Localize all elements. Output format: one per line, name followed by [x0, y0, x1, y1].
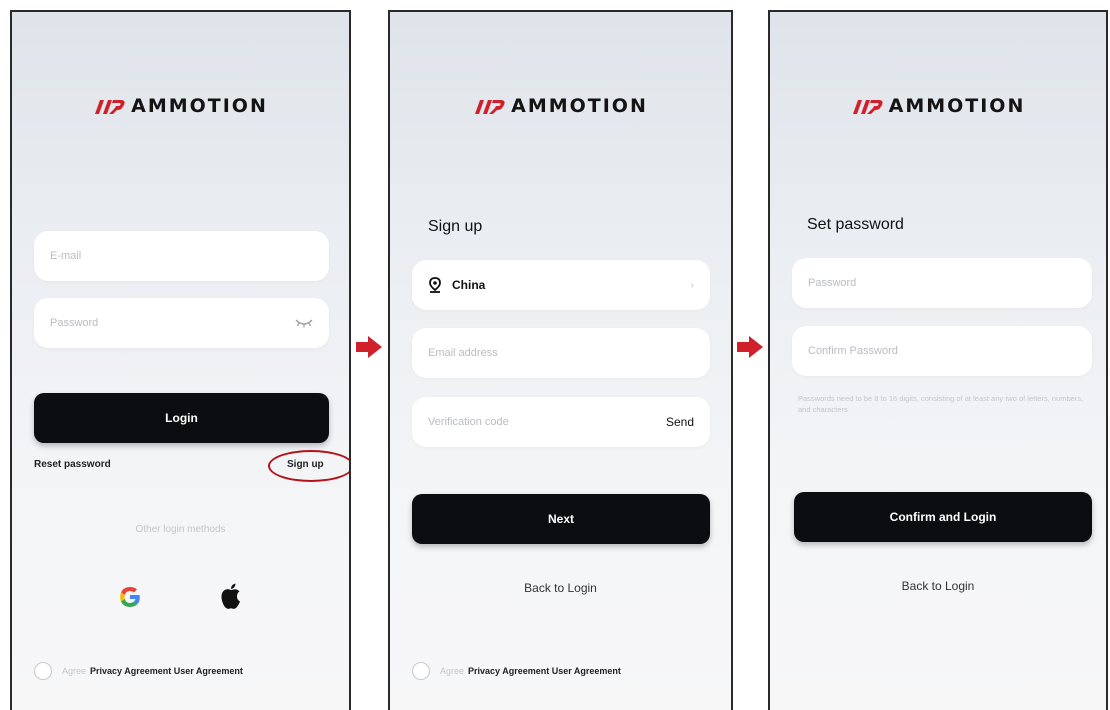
login-screen: AMMOTION E-mail Password Login Reset pas…	[10, 10, 351, 710]
back-to-login-link[interactable]: Back to Login	[390, 581, 731, 595]
flow-arrow-icon	[356, 336, 382, 358]
agree-checkbox[interactable]	[34, 662, 52, 680]
brand-logo: AMMOTION	[390, 95, 731, 117]
email-field[interactable]: E-mail	[34, 231, 329, 281]
sign-up-highlight-ellipse	[268, 450, 349, 482]
password-field[interactable]: Password	[34, 298, 329, 348]
brand-name: AMMOTION	[888, 95, 1026, 117]
code-placeholder: Verification code	[428, 416, 509, 428]
eye-closed-icon[interactable]	[295, 318, 313, 328]
agreement-row: Agree Privacy Agreement User Agreement	[412, 662, 621, 680]
verification-code-field[interactable]: Verification code Send	[412, 397, 710, 447]
logo-mark-icon	[852, 100, 883, 114]
agree-checkbox[interactable]	[412, 662, 430, 680]
brand-name: AMMOTION	[131, 95, 268, 117]
apple-icon[interactable]	[219, 582, 243, 610]
agree-prefix: Agree	[62, 666, 87, 676]
logo-mark-icon	[95, 100, 125, 114]
country-value: China	[452, 278, 486, 292]
chevron-right-icon: ›	[690, 279, 694, 291]
flow-arrow-icon	[737, 336, 763, 358]
confirm-password-field[interactable]: Confirm Password	[792, 326, 1092, 376]
password-placeholder: Password	[50, 317, 99, 329]
confirm-placeholder: Confirm Password	[808, 345, 898, 357]
location-pin-icon	[429, 277, 441, 293]
password-field[interactable]: Password	[792, 258, 1092, 308]
login-button[interactable]: Login	[34, 393, 329, 443]
email-placeholder: Email address	[428, 347, 498, 359]
agreement-links[interactable]: Privacy Agreement User Agreement	[90, 666, 243, 676]
brand-logo: AMMOTION	[770, 95, 1106, 117]
email-address-field[interactable]: Email address	[412, 328, 710, 378]
brand-name: AMMOTION	[511, 95, 648, 117]
agree-prefix: Agree	[440, 666, 465, 676]
page-title: Set password	[807, 216, 904, 233]
google-icon[interactable]	[117, 584, 143, 610]
agreement-row: Agree Privacy Agreement User Agreement	[34, 662, 243, 680]
page-title: Sign up	[428, 218, 483, 235]
password-placeholder: Password	[808, 277, 857, 289]
next-button[interactable]: Next	[412, 494, 710, 544]
email-placeholder: E-mail	[50, 250, 82, 262]
back-to-login-link[interactable]: Back to Login	[770, 579, 1106, 593]
other-login-methods-label: Other login methods	[135, 524, 226, 535]
password-hint: Passwords need to be 8 to 16 digits, con…	[798, 394, 1084, 414]
agreement-links[interactable]: Privacy Agreement User Agreement	[468, 666, 621, 676]
set-password-screen: AMMOTION Set password Password Confirm P…	[768, 10, 1108, 710]
brand-logo: AMMOTION	[12, 95, 349, 117]
reset-password-link[interactable]: Reset password	[34, 459, 111, 470]
confirm-and-login-button[interactable]: Confirm and Login	[794, 492, 1092, 542]
logo-mark-icon	[475, 100, 505, 114]
send-code-button[interactable]: Send	[666, 415, 694, 429]
country-select[interactable]: China ›	[412, 260, 710, 310]
signup-screen: AMMOTION Sign up China › Email address V…	[388, 10, 733, 710]
